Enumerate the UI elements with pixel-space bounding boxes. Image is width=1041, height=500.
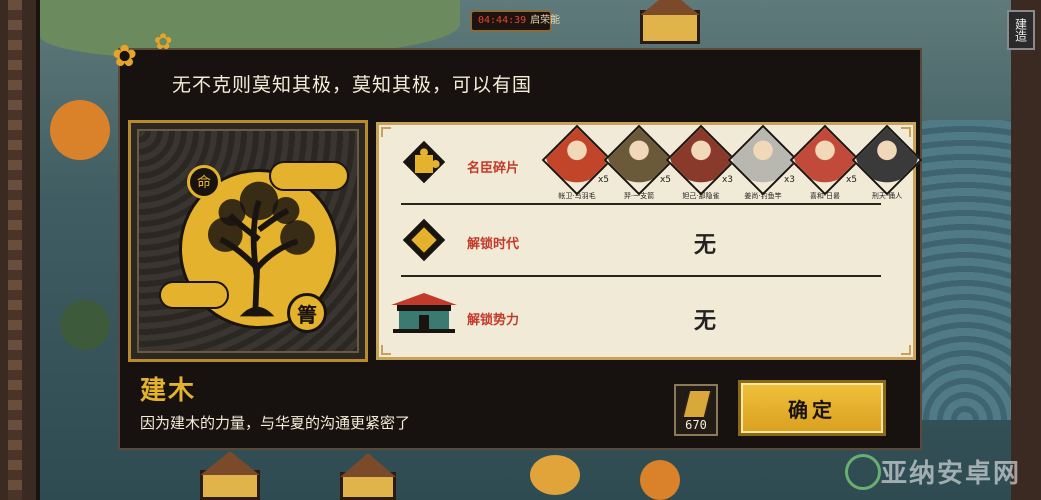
map-tree xyxy=(50,100,110,160)
emblem-badge-bottom: 箐 xyxy=(287,293,327,333)
bamboo-slip-icon xyxy=(682,390,712,418)
hero-emblem-frame: 命 箐 xyxy=(128,120,368,362)
fragment-portrait xyxy=(851,124,923,196)
fragment-count: x3 xyxy=(783,175,795,185)
fragment-count: x5 xyxy=(597,175,609,185)
map-house xyxy=(200,470,260,500)
hero-name: 建木 xyxy=(140,376,197,406)
unlock-info-panel: 名臣碎片 x5 帐卫·鸟羽毛 x5 羿·一支箭 x3 妲己·那隐雀 x3 姜尚·钓鱼竿 x5 喜和… xyxy=(376,122,923,360)
watermark: 亚纳安卓网 xyxy=(880,459,1021,489)
era-value: 无 xyxy=(694,233,717,258)
confirm-button[interactable]: 确定 xyxy=(738,380,886,436)
fragment-item[interactable]: x3 妲己·那隐雀 xyxy=(665,124,737,201)
palace-icon xyxy=(391,293,457,333)
hero-emblem: 命 箐 xyxy=(137,129,359,353)
dialog-title: 无不克则莫知其极，莫知其极，可以有国 xyxy=(172,73,533,96)
map-tree xyxy=(60,300,110,350)
fragment-item[interactable]: x5 喜和·日晷 xyxy=(789,124,861,201)
fragment-count: x5 xyxy=(845,175,857,185)
map-right-frame xyxy=(1011,0,1041,500)
cloud-ornament xyxy=(269,161,349,191)
fragment-item[interactable]: 刑天·俑人 xyxy=(851,124,923,201)
map-tree xyxy=(530,455,580,495)
map-left-frame xyxy=(0,0,40,500)
faction-row: 解锁势力 无 xyxy=(379,277,913,357)
fragments-label: 名臣碎片 xyxy=(467,161,520,176)
era-row: 解锁时代 无 xyxy=(379,205,913,277)
hero-description: 因为建木的力量，与华夏的沟通更紧密了 xyxy=(140,414,411,432)
map-tree xyxy=(640,460,680,500)
faction-label: 解锁势力 xyxy=(467,313,520,328)
watermark-logo-icon xyxy=(845,454,881,490)
fragment-item[interactable]: x5 帐卫·鸟羽毛 xyxy=(541,124,613,201)
timer-value: 04:44:39 xyxy=(478,15,527,26)
fragment-count: x5 xyxy=(659,175,671,185)
event-timer[interactable]: 04:44:39 启荣能 xyxy=(470,10,560,32)
build-tab[interactable]: 建造 xyxy=(1007,10,1035,50)
timer-label: 启荣能 xyxy=(530,15,561,26)
fragments-row: 名臣碎片 x5 帐卫·鸟羽毛 x5 羿·一支箭 x3 妲己·那隐雀 x3 姜尚·钓鱼竿 x5 喜和… xyxy=(379,124,923,203)
fragment-list: x5 帐卫·鸟羽毛 x5 羿·一支箭 x3 妲己·那隐雀 x3 姜尚·钓鱼竿 x5 喜和·日晷 刑天… xyxy=(541,124,923,201)
diamond-seal-icon xyxy=(402,218,446,262)
era-label: 解锁时代 xyxy=(467,237,520,252)
dialog-title-bar: 无不克则莫知其极，莫知其极，可以有国 xyxy=(120,50,920,116)
faction-value: 无 xyxy=(694,309,717,334)
emblem-badge-top: 命 xyxy=(187,165,221,199)
fragment-item[interactable]: x3 姜尚·钓鱼竿 xyxy=(727,124,799,201)
fragment-item[interactable]: x5 羿·一支箭 xyxy=(603,124,675,201)
hero-portrait-icon xyxy=(854,127,920,193)
puzzle-piece-icon xyxy=(402,140,446,184)
cloud-ornament xyxy=(159,281,229,309)
resource-count: 670 xyxy=(685,418,707,432)
unlock-dialog: ✿ ✿ 无不克则莫知其极，莫知其极，可以有国 命 箐 名臣碎片 x5 帐卫·鸟羽… xyxy=(112,32,923,450)
resource-counter: 670 xyxy=(674,384,718,436)
fragment-count: x3 xyxy=(721,175,733,185)
map-house xyxy=(340,472,396,500)
map-house xyxy=(640,10,700,44)
